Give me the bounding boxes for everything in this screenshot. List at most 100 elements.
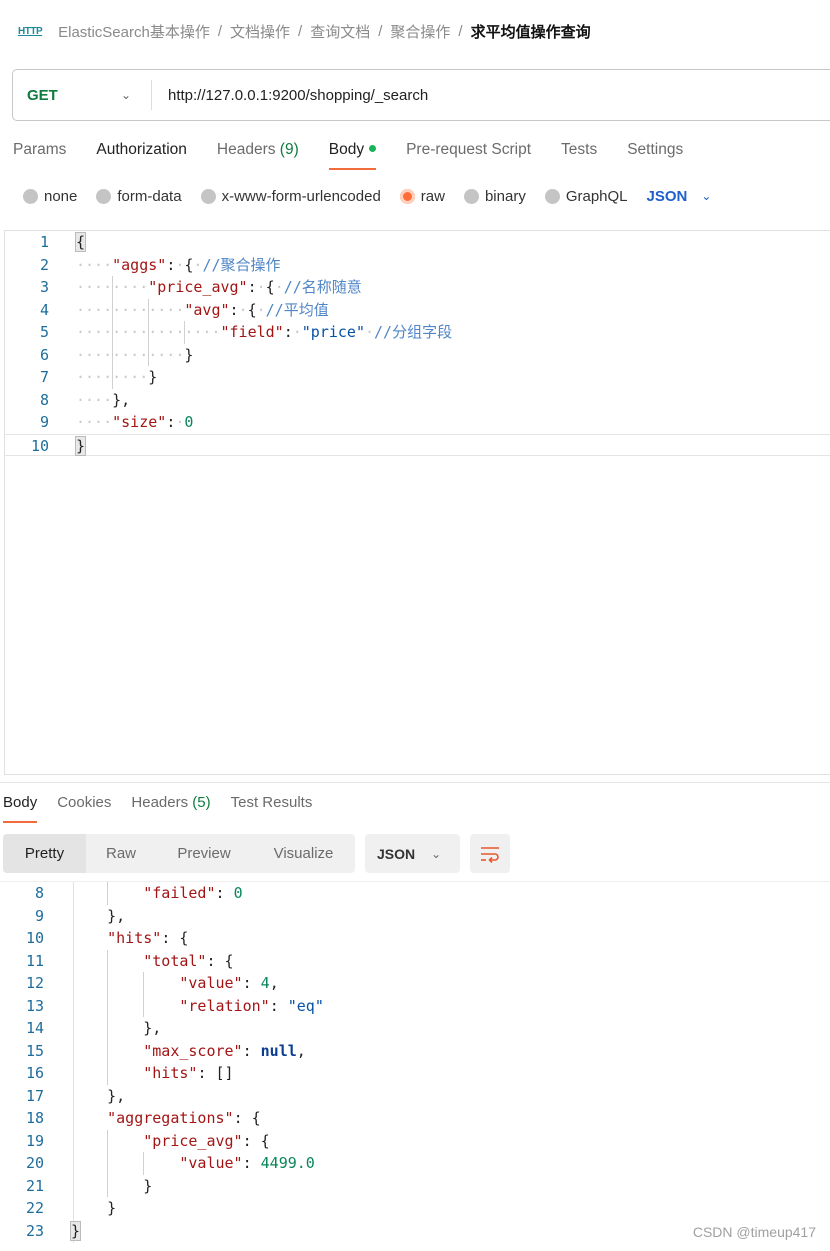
line-number: 15 [25,1041,44,1060]
code-line: 9 ····"size":·0 [5,411,830,434]
code-line: 6 ············} [5,344,830,367]
tab-headers[interactable]: Headers (9) [217,138,299,172]
line-number: 18 [25,1109,44,1127]
code-line: 19 "price_avg": { [0,1130,830,1153]
code-token: } [74,435,87,456]
radio-raw[interactable]: raw [399,188,445,205]
code-token: "aggs" [112,255,167,274]
tab-headers-label: Headers [216,141,276,158]
code-line: 12 "value": 4, [0,972,830,995]
code-token: 4499.0 [260,1154,315,1172]
tab-prerequest-script[interactable]: Pre-request Script [406,138,531,172]
code-line: 10 "hits": { [0,927,830,950]
code-line: 4 ············"avg":·{·//平均值 [5,299,830,322]
line-number: 10 [25,929,44,947]
breadcrumb-item[interactable]: 聚合操作 [390,21,450,42]
method-label: GET [27,86,58,104]
response-format-select[interactable]: JSON ⌄ [365,834,460,873]
headers-count: (5) [192,794,211,811]
code-line: 2 ····"aggs":·{·//聚合操作 [5,254,830,277]
wrap-lines-button[interactable] [470,834,510,873]
view-visualize[interactable]: Visualize [252,834,355,873]
code-token: } [107,1199,117,1217]
method-select[interactable]: GET ⌄ [13,70,151,120]
code-token: : [247,278,257,296]
radio-form-data[interactable]: form-data [96,187,182,205]
line-number: 5 [39,323,49,341]
line-number: 12 [25,974,44,992]
tab-tests[interactable]: Tests [561,138,597,172]
line-number: 8 [34,884,44,902]
radio-label: form-data [117,187,182,205]
line-number: 3 [39,278,49,296]
view-preview[interactable]: Preview [156,834,252,873]
code-token: "avg" [184,300,230,319]
tab-authorization[interactable]: Authorization [96,138,186,172]
code-token: null [260,1041,297,1060]
radio-none[interactable]: none [23,188,77,205]
code-line: 11 "total": { [0,950,830,973]
code-token: : [283,323,293,341]
code-token: : [242,974,261,992]
radio-label: binary [484,187,526,205]
tab-test-results[interactable]: Test Results [231,793,313,823]
line-number: 1 [39,233,49,251]
line-number: 13 [25,996,44,1015]
breadcrumb-item[interactable]: 文档操作 [230,21,290,42]
code-line: 9 }, [0,905,830,928]
code-line: 3 ········"price_avg":·{·//名称随意 [5,276,830,299]
code-token: : [269,996,288,1015]
radio-graphql[interactable]: GraphQL [544,188,628,205]
response-body-viewer: 8 "failed": 09 }, 10 "hits": {11 "total":… [0,881,830,1251]
code-token: · [256,300,266,319]
radio-urlencoded[interactable]: x-www-form-urlencoded [200,187,381,205]
code-token: { [265,278,275,296]
code-token: "max_score" [143,1041,243,1060]
view-pretty[interactable]: Pretty [3,834,86,873]
view-mode-segmented: Pretty Raw Preview Visualize [3,834,355,873]
tab-response-headers[interactable]: Headers (5) [131,793,210,823]
code-token: //聚合操作 [202,255,281,274]
line-number: 2 [39,255,49,274]
tab-body[interactable]: Body [328,138,377,172]
chevron-down-icon: ⌄ [431,846,442,861]
url-bar: GET ⌄ http://127.0.0.1:9200/shopping/_se… [12,69,830,121]
code-token: "failed" [143,884,216,902]
code-token: "aggregations" [107,1109,234,1127]
code-token: 0 [184,413,194,431]
tab-label: Headers [131,794,189,811]
code-line: 15 "max_score": null, [0,1040,830,1063]
tab-cookies[interactable]: Cookies [57,793,111,823]
format-select[interactable]: JSON ⌄ [647,188,712,205]
radio-label: x-www-form-urlencoded [221,187,381,205]
code-token: "hits" [143,1064,198,1082]
line-number: 6 [39,345,49,364]
code-line: 10} [5,433,830,456]
code-token: "price_avg" [148,278,248,296]
tab-response-body[interactable]: Body [3,793,38,823]
radio-binary[interactable]: binary [463,187,526,205]
code-line: 14 }, [0,1017,830,1040]
code-token: : { [206,951,234,970]
request-body-editor[interactable]: 1{2 ····"aggs":·{·//聚合操作 3 ········"price_a… [4,230,830,775]
code-token: , [296,1041,306,1060]
code-token: 4 [260,974,270,992]
breadcrumb-item[interactable]: 查询文档 [310,21,370,42]
code-token: }, [143,1019,162,1037]
line-number: 10 [30,436,49,455]
code-token: "relation" [179,996,270,1015]
code-token: · [292,323,302,341]
request-name[interactable]: 求平均值操作查询 [471,21,591,42]
url-input[interactable]: http://127.0.0.1:9200/shopping/_search [152,87,428,104]
tab-params[interactable]: Params [13,138,66,172]
code-token: }, [107,1086,126,1105]
response-panel: Body Cookies Headers (5) Test Results Pr… [0,782,830,1250]
view-raw[interactable]: Raw [86,834,156,873]
code-token: 0 [233,884,243,902]
code-line: 20 "value": 4499.0 [0,1152,830,1175]
tab-settings[interactable]: Settings [627,138,683,172]
line-number: 23 [25,1221,44,1240]
code-line: 21 } [0,1175,830,1198]
code-token: · [274,278,284,296]
breadcrumb-item[interactable]: ElasticSearch基本操作 [58,21,210,42]
